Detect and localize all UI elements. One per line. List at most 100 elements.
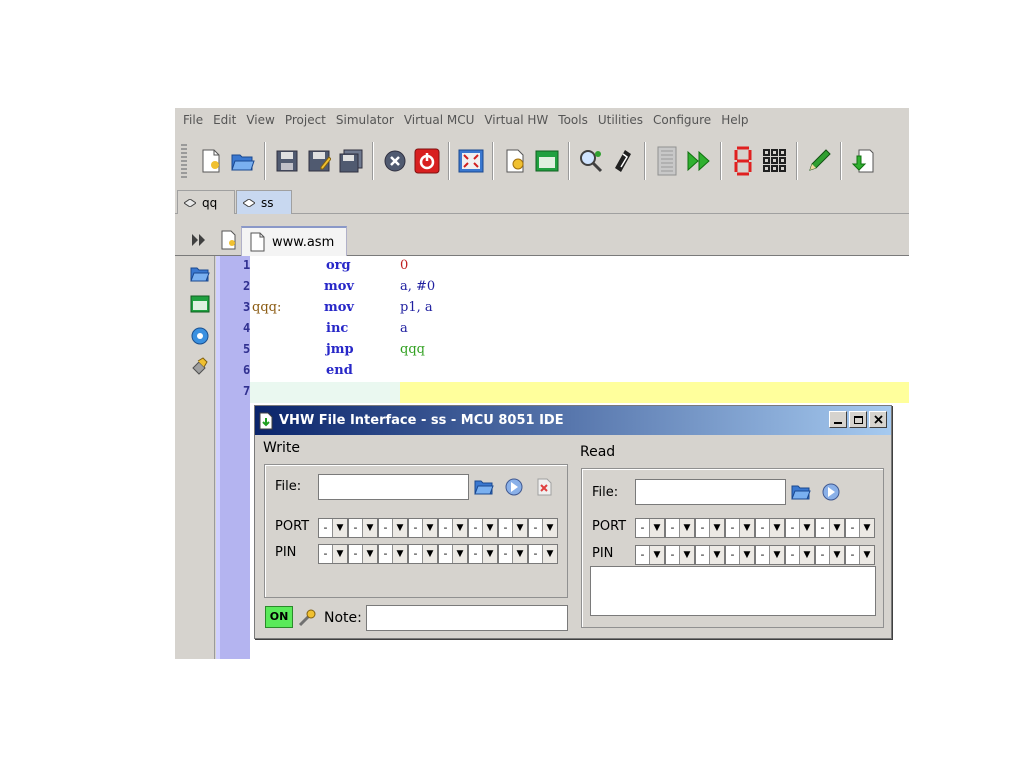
wrench-icon[interactable]	[297, 608, 317, 628]
download-button[interactable]	[849, 146, 877, 176]
new-file-button[interactable]	[197, 146, 225, 176]
save-all-button[interactable]	[337, 146, 365, 176]
write-pin-bit-select[interactable]: - ▼	[468, 544, 498, 564]
document-icon	[250, 232, 265, 252]
tools-icon[interactable]	[190, 356, 210, 376]
read-output-area[interactable]	[590, 566, 876, 616]
toolbar-separator	[448, 142, 450, 180]
new-file-icon[interactable]	[221, 230, 237, 250]
read-pin-bit-select[interactable]: - ▼	[635, 545, 665, 565]
open-folder-icon[interactable]	[791, 482, 811, 502]
read-pin-bit-select[interactable]: - ▼	[815, 545, 845, 565]
minimize-button[interactable]	[829, 411, 847, 428]
write-port-bit-select[interactable]: - ▼	[348, 518, 378, 538]
open-project-icon[interactable]	[190, 294, 210, 314]
power-button[interactable]	[413, 146, 441, 176]
read-port-bit-select[interactable]: - ▼	[665, 518, 695, 538]
note-input[interactable]	[366, 605, 568, 631]
menu-tools[interactable]: Tools	[558, 113, 588, 127]
write-pin-bit-select[interactable]: - ▼	[378, 544, 408, 564]
gear-icon[interactable]	[190, 326, 210, 346]
open-project-button[interactable]	[533, 146, 561, 176]
search-replace-button[interactable]	[577, 146, 605, 176]
fullscreen-button[interactable]	[457, 146, 485, 176]
current-code-line[interactable]	[250, 382, 909, 403]
read-port-bit-select[interactable]: - ▼	[695, 518, 725, 538]
read-pin-bit-select[interactable]: - ▼	[755, 545, 785, 565]
tab-project-ss[interactable]: ss	[236, 190, 292, 214]
write-port-bit-select[interactable]: - ▼	[468, 518, 498, 538]
dialog-titlebar[interactable]: VHW File Interface - ss - MCU 8051 IDE	[255, 406, 891, 435]
memory-button[interactable]	[653, 146, 681, 176]
keypad-button[interactable]	[761, 146, 789, 176]
write-port-bit-select[interactable]: - ▼	[498, 518, 528, 538]
compile-button[interactable]	[609, 146, 637, 176]
write-port-bit-select[interactable]: - ▼	[438, 518, 468, 538]
tab-project-qq[interactable]: qq	[177, 190, 235, 214]
open-folder-button[interactable]	[229, 146, 257, 176]
code-instruction: org	[326, 258, 351, 273]
read-pin-bit-select[interactable]: - ▼	[695, 545, 725, 565]
save-button[interactable]	[273, 146, 301, 176]
tab-label: qq	[202, 195, 218, 210]
run-button[interactable]	[685, 146, 713, 176]
write-pin-bit-select[interactable]: - ▼	[528, 544, 558, 564]
double-arrow-icon[interactable]	[191, 233, 207, 247]
read-pin-bit-select[interactable]: - ▼	[725, 545, 755, 565]
write-pin-bit-select[interactable]: - ▼	[318, 544, 348, 564]
open-folder-icon[interactable]	[474, 477, 494, 497]
new-project-button[interactable]	[501, 146, 529, 176]
menu-virtual-mcu[interactable]: Virtual MCU	[404, 113, 475, 127]
menu-help[interactable]: Help	[721, 113, 748, 127]
code-line[interactable]: qqq: mov p1, a	[250, 298, 909, 319]
write-port-bit-select[interactable]: - ▼	[378, 518, 408, 538]
read-file-input[interactable]	[635, 479, 786, 505]
menu-simulator[interactable]: Simulator	[336, 113, 394, 127]
menu-project[interactable]: Project	[285, 113, 326, 127]
menu-utilities[interactable]: Utilities	[598, 113, 643, 127]
delete-icon[interactable]	[534, 477, 554, 497]
open-folder-icon[interactable]	[190, 264, 210, 284]
write-port-bit-select[interactable]: - ▼	[528, 518, 558, 538]
read-pin-bit-select[interactable]: - ▼	[665, 545, 695, 565]
read-port-bit-select[interactable]: - ▼	[845, 518, 875, 538]
toolbar-separator	[720, 142, 722, 180]
code-line[interactable]: end	[250, 361, 909, 382]
tab-file-www-asm[interactable]: www.asm	[241, 226, 347, 256]
write-pin-bit-select[interactable]: - ▼	[498, 544, 528, 564]
write-pin-bit-select[interactable]: - ▼	[438, 544, 468, 564]
close-button[interactable]	[869, 411, 887, 428]
on-toggle[interactable]: ON	[265, 606, 293, 628]
play-icon[interactable]	[504, 477, 524, 497]
read-port-bit-select[interactable]: - ▼	[635, 518, 665, 538]
menu-virtual-hw[interactable]: Virtual HW	[484, 113, 548, 127]
code-line[interactable]: inc a	[250, 319, 909, 340]
file-tab-label: www.asm	[272, 234, 335, 250]
code-line[interactable]: mov a, #0	[250, 277, 909, 298]
read-port-bit-select[interactable]: - ▼	[755, 518, 785, 538]
menu-edit[interactable]: Edit	[213, 113, 236, 127]
seven-segment-button[interactable]	[729, 146, 757, 176]
code-line[interactable]: org 0	[250, 256, 909, 277]
read-pin-bit-select[interactable]: - ▼	[785, 545, 815, 565]
write-file-input[interactable]	[318, 474, 469, 500]
save-as-button[interactable]	[305, 146, 333, 176]
write-port-bit-select[interactable]: - ▼	[408, 518, 438, 538]
write-port-bit-select[interactable]: - ▼	[318, 518, 348, 538]
menu-configure[interactable]: Configure	[653, 113, 711, 127]
close-button[interactable]	[381, 146, 409, 176]
menu-view[interactable]: View	[246, 113, 274, 127]
maximize-button[interactable]	[849, 411, 867, 428]
code-line[interactable]: jmp qqq	[250, 340, 909, 361]
read-port-bit-select[interactable]: - ▼	[785, 518, 815, 538]
write-pin-bit-select[interactable]: - ▼	[408, 544, 438, 564]
menu-file[interactable]: File	[183, 113, 203, 127]
read-port-bit-select[interactable]: - ▼	[725, 518, 755, 538]
read-pin-bit-select[interactable]: - ▼	[845, 545, 875, 565]
read-port-bit-select[interactable]: - ▼	[815, 518, 845, 538]
play-icon[interactable]	[821, 482, 841, 502]
new-file-icon	[202, 149, 220, 173]
pencil-button[interactable]	[805, 146, 833, 176]
write-pin-bit-select[interactable]: - ▼	[348, 544, 378, 564]
toolbar-grip[interactable]	[181, 144, 187, 178]
